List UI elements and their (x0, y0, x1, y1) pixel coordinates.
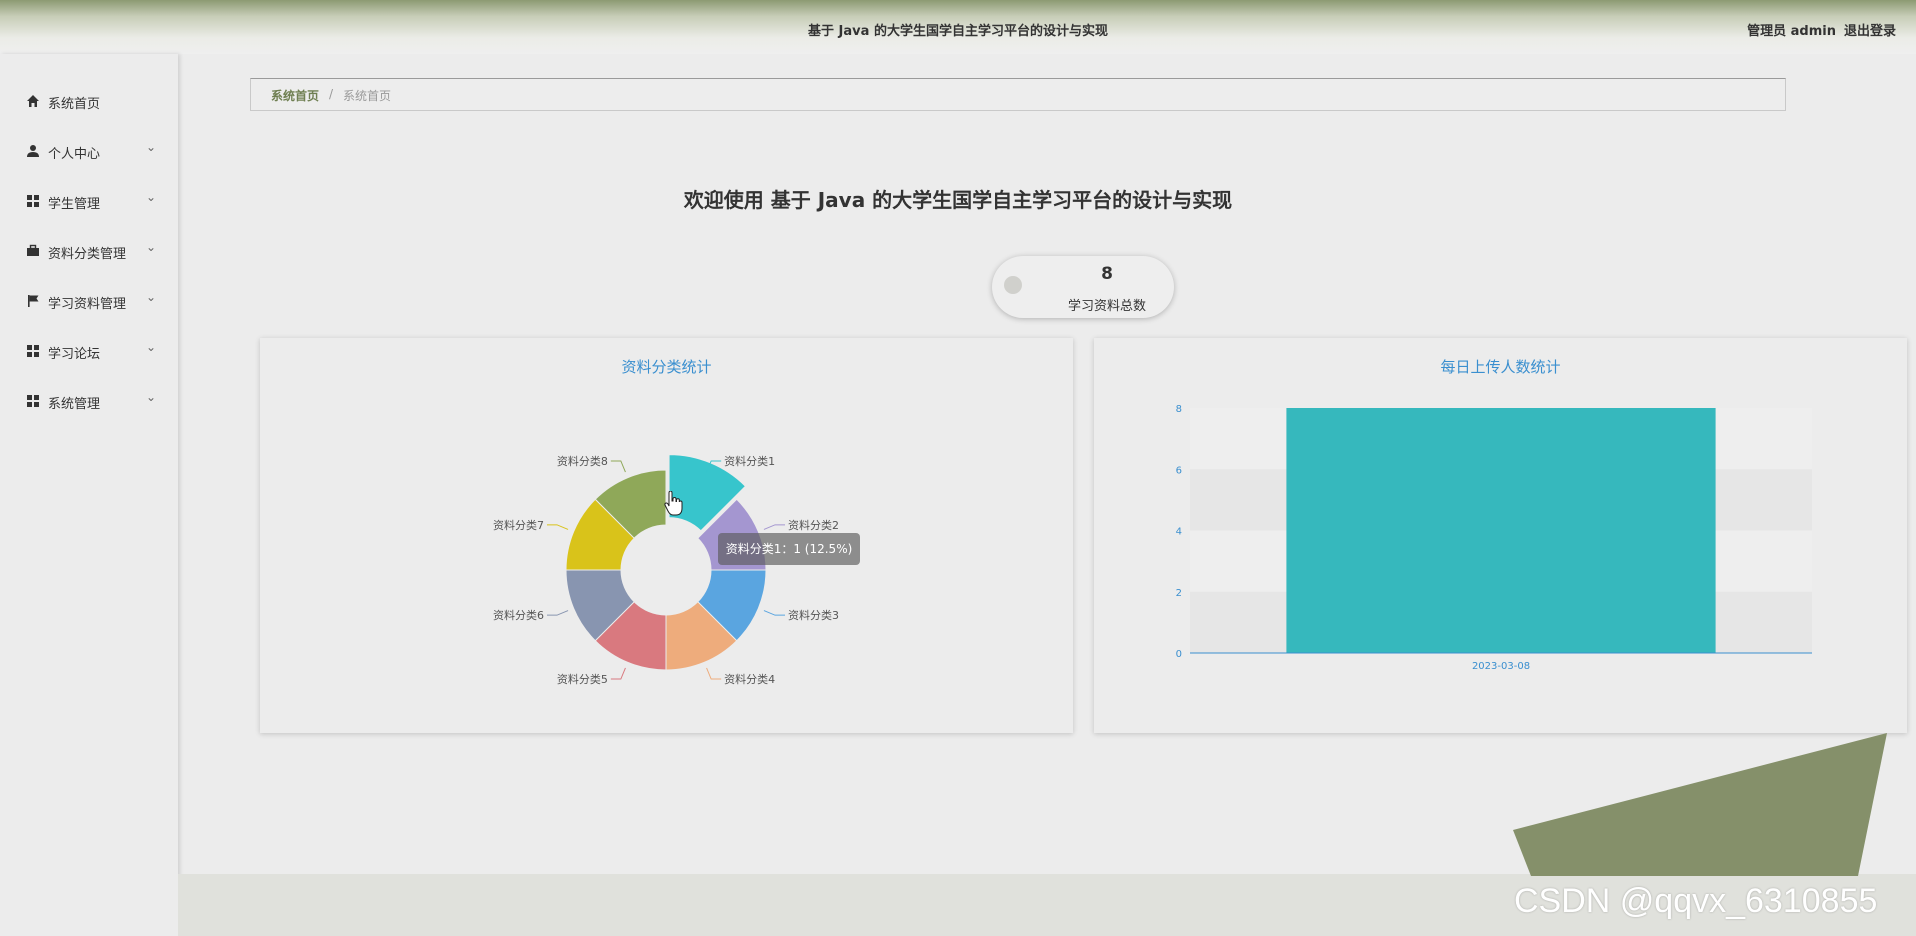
sidebar-item-home[interactable]: 系统首页 (0, 76, 178, 126)
grid-icon (27, 195, 39, 207)
chevron-down-icon: ⌄ (146, 390, 157, 404)
pie-label-line (763, 524, 786, 530)
pie-label: 资料分类4 (724, 672, 775, 686)
chevron-down-icon: ⌄ (146, 190, 157, 204)
chevron-down-icon: ⌄ (146, 140, 157, 154)
y-tick-label: 6 (1176, 465, 1182, 476)
breadcrumb: 系统首页 / 系统首页 (250, 78, 1786, 111)
chevron-down-icon: ⌄ (146, 340, 157, 354)
chart-tooltip: 资料分类1：1 (12.5%) (718, 533, 860, 565)
briefcase-icon (27, 244, 39, 256)
watermark: CSDN @qqvx_6310855 (1514, 882, 1878, 920)
sidebar-item-category[interactable]: 资料分类管理 ⌄ (0, 226, 178, 276)
breadcrumb-separator: / (329, 87, 334, 101)
pie-label: 资料分类7 (493, 518, 544, 532)
sidebar-item-label: 个人中心 (48, 147, 101, 162)
user-label: 管理员 admin (1747, 24, 1836, 39)
y-tick-label: 2 (1176, 588, 1182, 599)
pie-label-line (763, 610, 786, 616)
user-icon (27, 145, 39, 157)
pie-chart-panel: 资料分类统计 资料分类1 资料分类2 资料分类3 资料分类4 资料分类5 资料分类6 资料分… (260, 338, 1073, 733)
pie-label: 资料分类1 (724, 454, 775, 468)
sidebar: 系统首页 个人中心 ⌄ 学生管理 ⌄ 资料分类管理 ⌄ 学习资料管理 ⌄ 学习论… (0, 54, 178, 936)
pie-label-line (706, 667, 722, 680)
pie-label-line (546, 524, 569, 530)
breadcrumb-home-link[interactable]: 系统首页 (271, 87, 319, 104)
sidebar-item-label: 学习论坛 (48, 347, 101, 362)
bar-chart-panel: 每日上传人数统计 0 2 4 6 8 2023-03-08 (1094, 338, 1907, 733)
welcome-heading: 欢迎使用 基于 Java 的大学生国学自主学习平台的设计与实现 (683, 188, 1233, 212)
stat-card: 8 学习资料总数 (992, 256, 1174, 318)
grid-icon (27, 345, 39, 357)
stat-value: 8 (1101, 264, 1113, 284)
app-title: 基于 Java 的大学生国学自主学习平台的设计与实现 (808, 24, 1108, 39)
chevron-down-icon: ⌄ (146, 240, 157, 254)
pie-chart[interactable]: 资料分类1 资料分类2 资料分类3 资料分类4 资料分类5 资料分类6 资料分类7 资料分类8 (260, 338, 1073, 733)
sidebar-item-materials[interactable]: 学习资料管理 ⌄ (0, 276, 178, 326)
y-tick-label: 4 (1176, 527, 1182, 538)
pie-label: 资料分类8 (557, 454, 608, 468)
pie-label: 资料分类3 (788, 608, 839, 622)
flag-icon (28, 295, 39, 307)
pie-label: 资料分类5 (557, 672, 608, 686)
logout-link[interactable]: 退出登录 (1844, 20, 1896, 39)
top-header: 基于 Java 的大学生国学自主学习平台的设计与实现 管理员 admin 退出登… (0, 0, 1916, 54)
y-tick-label: 8 (1176, 404, 1182, 415)
stat-indicator-icon (1004, 276, 1022, 294)
pie-label-line (546, 610, 569, 616)
sidebar-item-students[interactable]: 学生管理 ⌄ (0, 176, 178, 226)
y-tick-label: 0 (1176, 649, 1182, 660)
pie-label-line (610, 667, 626, 680)
sidebar-item-label: 系统管理 (48, 397, 101, 412)
sidebar-item-forum[interactable]: 学习论坛 ⌄ (0, 326, 178, 376)
pie-label: 资料分类6 (493, 608, 544, 622)
bar[interactable] (1286, 408, 1716, 653)
x-tick-label: 2023-03-08 (1472, 661, 1530, 672)
home-icon (27, 95, 39, 107)
grid-icon (27, 395, 39, 407)
pie-label: 资料分类2 (788, 518, 839, 532)
sidebar-item-label: 资料分类管理 (48, 247, 127, 262)
breadcrumb-current: 系统首页 (343, 89, 392, 103)
bar-chart[interactable]: 0 2 4 6 8 2023-03-08 (1094, 338, 1907, 733)
sidebar-item-system[interactable]: 系统管理 ⌄ (0, 376, 178, 426)
pie-label-line (610, 460, 626, 473)
stat-label: 学习资料总数 (1067, 299, 1146, 314)
sidebar-item-label: 学习资料管理 (48, 297, 127, 312)
chevron-down-icon: ⌄ (146, 290, 157, 304)
sidebar-item-label: 系统首页 (48, 97, 101, 112)
hand-cursor-icon (664, 491, 683, 516)
sidebar-item-profile[interactable]: 个人中心 ⌄ (0, 126, 178, 176)
sidebar-item-label: 学生管理 (48, 197, 101, 212)
